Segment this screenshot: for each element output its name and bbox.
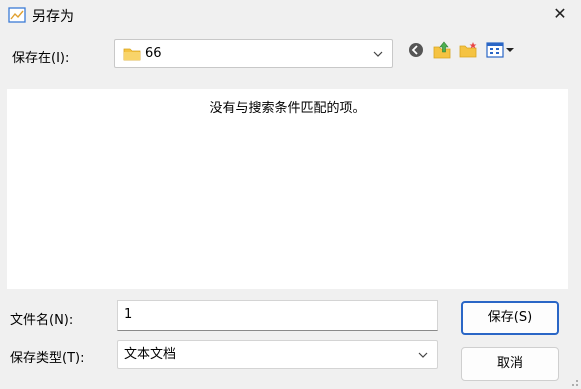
view-menu-button[interactable] bbox=[485, 40, 517, 60]
up-folder-button[interactable] bbox=[432, 40, 452, 60]
close-icon: ✕ bbox=[553, 4, 567, 23]
new-folder-icon bbox=[459, 42, 477, 58]
app-icon bbox=[8, 7, 26, 23]
filetype-label: 保存类型(T): bbox=[10, 351, 85, 366]
filename-input[interactable]: 1 bbox=[117, 300, 438, 331]
new-folder-button[interactable] bbox=[458, 40, 478, 60]
folder-icon bbox=[123, 48, 141, 61]
location-dropdown[interactable]: 66 bbox=[114, 39, 393, 68]
save-button[interactable]: 保存(S) bbox=[461, 301, 559, 335]
chevron-down-icon bbox=[415, 341, 431, 368]
back-icon bbox=[409, 43, 423, 57]
location-label: 保存在(I): bbox=[12, 51, 70, 66]
file-list[interactable]: 没有与搜索条件匹配的项。 bbox=[7, 89, 568, 289]
title-bar: 另存为 ✕ bbox=[0, 0, 581, 30]
resize-grip-icon[interactable] bbox=[569, 377, 579, 387]
view-menu-icon bbox=[486, 42, 514, 58]
chevron-down-icon bbox=[370, 40, 386, 67]
empty-message: 没有与搜索条件匹配的项。 bbox=[209, 101, 366, 116]
window-title: 另存为 bbox=[32, 9, 74, 25]
location-value: 66 bbox=[145, 46, 162, 61]
filename-label: 文件名(N): bbox=[10, 313, 74, 328]
close-button[interactable]: ✕ bbox=[547, 2, 573, 26]
cancel-button[interactable]: 取消 bbox=[461, 347, 559, 381]
up-folder-icon bbox=[433, 41, 451, 59]
filetype-dropdown[interactable]: 文本文档 bbox=[117, 340, 438, 369]
back-button[interactable] bbox=[406, 40, 426, 60]
filetype-value: 文本文档 bbox=[124, 347, 177, 362]
